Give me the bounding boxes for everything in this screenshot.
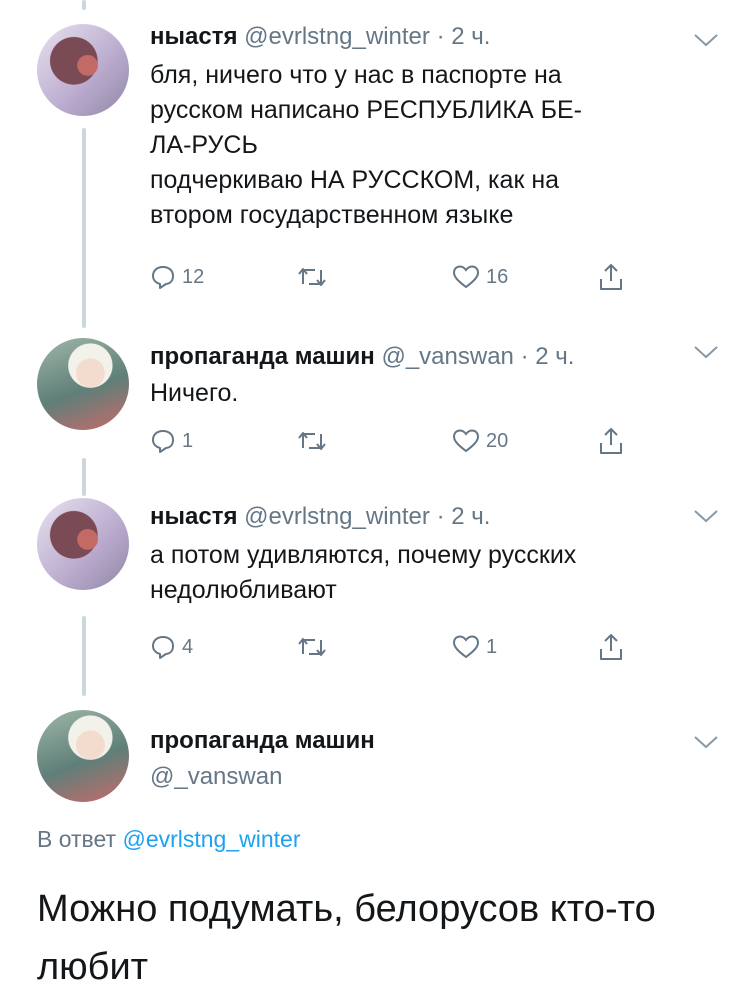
reply-icon [152,266,174,289]
chevron-down-icon[interactable] [693,508,719,524]
reply-to-link[interactable]: @evrlstng_winter [122,826,300,852]
like-icon [452,635,480,659]
tweet-actions: 1 20 [150,426,650,456]
author-handle[interactable]: @evrlstng_winter [244,23,430,50]
tweet-text-line: Ничего. [150,379,239,407]
like-count: 1 [486,635,498,658]
retweet-icon [298,432,326,450]
like-icon [452,265,480,289]
tweet-text-line: Можно подумать, белорусов кто-то [37,888,656,930]
timestamp[interactable]: · 2 ч. [437,23,491,50]
retweet-button[interactable] [295,426,329,456]
reply-prefix: В ответ [37,826,117,852]
reply-button[interactable]: 1 [150,426,193,456]
reply-icon [152,636,174,659]
chevron-down-icon[interactable] [693,32,719,48]
like-count: 16 [486,265,509,288]
timestamp[interactable]: · 2 ч. [521,343,575,370]
like-button[interactable]: 20 [452,426,508,456]
reply-context: В ответ @evrlstng_winter [37,826,301,853]
tweet-header: пропаганда машин @_vanswan · 2 ч. [150,342,574,372]
tweet-text-line: подчеркиваю НА РУССКОМ, как на [150,166,560,194]
avatar[interactable] [37,498,129,590]
avatar[interactable] [37,24,129,116]
reply-button[interactable]: 4 [150,632,193,662]
tweet-text-line: недолюбливают [150,576,337,604]
like-icon [452,429,480,453]
chevron-down-icon[interactable] [693,344,719,360]
retweet-icon [298,268,326,286]
retweet-button[interactable] [295,632,329,662]
author-name[interactable]: ныастя [150,503,237,530]
tweet-text-line: ЛА-РУСЬ [150,131,258,159]
tweet-text: а потом удивляются, почему русских недол… [150,538,710,608]
avatar[interactable] [37,710,129,802]
main-tweet-text: Можно подумать, белорусов кто-то любит [37,880,727,996]
tweet[interactable]: ныастя @evrlstng_winter · 2 ч. бля, ниче… [0,0,749,320]
author-handle[interactable]: @_vanswan [381,343,513,370]
share-icon [600,428,622,454]
author-name[interactable]: пропаганда машин [150,343,375,370]
tweet-text-line: русском написано РЕСПУБЛИКА БЕ- [150,96,582,124]
share-button[interactable] [598,262,624,292]
reply-count: 12 [182,265,205,288]
author-handle[interactable]: @_vanswan [150,762,282,792]
reply-icon [152,430,174,453]
share-icon [600,634,622,660]
reply-button[interactable]: 12 [150,262,204,292]
tweet[interactable]: пропаганда машин @_vanswan · 2 ч. Ничего… [0,330,749,470]
share-button[interactable] [598,426,624,456]
tweet-text-line: а потом удивляются, почему русских [150,541,577,569]
tweet-text-line: втором государственном языке [150,201,514,229]
tweet-actions: 4 1 [150,632,650,662]
share-button[interactable] [598,632,624,662]
reply-count: 4 [182,635,194,658]
like-button[interactable]: 1 [452,632,497,662]
like-count: 20 [486,429,509,452]
author-name[interactable]: ныастя [150,23,237,50]
tweet-header: ныастя @evrlstng_winter · 2 ч. [150,22,490,52]
retweet-icon [298,638,326,656]
author-handle[interactable]: @evrlstng_winter [244,503,430,530]
chevron-down-icon[interactable] [693,734,719,750]
tweet[interactable]: ныастя @evrlstng_winter · 2 ч. а потом у… [0,490,749,680]
tweet-header: ныастя @evrlstng_winter · 2 ч. [150,502,490,532]
timestamp[interactable]: · 2 ч. [437,503,491,530]
like-button[interactable]: 16 [452,262,508,292]
author-name-text: пропаганда машин [150,727,375,754]
reply-count: 1 [182,429,194,452]
retweet-button[interactable] [295,262,329,292]
author-name[interactable]: пропаганда машин [150,726,375,756]
tweet-actions: 12 16 [150,262,650,292]
share-icon [600,264,622,290]
avatar[interactable] [37,338,129,430]
author-handle-text: @_vanswan [150,763,283,790]
tweet-text-line: любит [37,946,149,988]
tweet-text-line: бля, ничего что у нас в паспорте на [150,61,562,89]
tweet-text: Ничего. [150,376,710,411]
tweet-text: бля, ничего что у нас в паспорте на русс… [150,58,710,233]
